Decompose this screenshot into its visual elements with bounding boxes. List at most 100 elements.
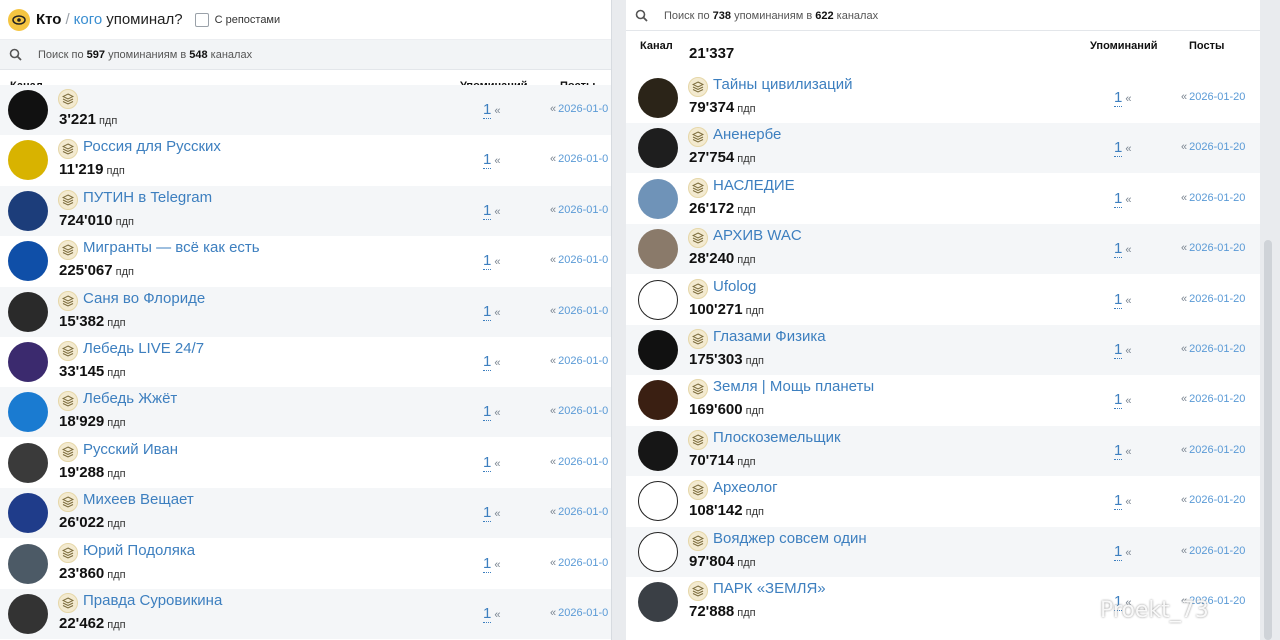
table-row[interactable]: Глазами Физика 175'303 пдп 1 ««2026-01-20 bbox=[626, 325, 1260, 375]
table-row[interactable]: Земля | Мощь планеты 169'600 пдп 1 ««2026-01… bbox=[626, 375, 1260, 425]
table-row[interactable]: Саня во Флориде 15'382 пдп 1 ««2026-01-0 bbox=[0, 286, 611, 337]
post-date-link[interactable]: «2026-01-0 bbox=[550, 305, 608, 317]
channel-avatar[interactable] bbox=[638, 330, 678, 370]
mentions-cell[interactable]: 1 « bbox=[1114, 391, 1131, 410]
channel-avatar[interactable] bbox=[8, 493, 48, 534]
table-row[interactable]: Лебедь LIVE 24/7 33'145 пдп 1 ««2026-01-0 bbox=[0, 337, 611, 387]
table-row[interactable]: Тайны цивилизаций 79'374 пдп 1 ««2026-01-20 bbox=[626, 73, 1260, 123]
scrollbar[interactable] bbox=[1264, 240, 1272, 640]
table-row[interactable]: Ufolog 100'271 пдп 1 ««2026-01-20 bbox=[626, 275, 1260, 325]
mentions-cell[interactable]: 1 « bbox=[483, 101, 500, 119]
channel-avatar[interactable] bbox=[8, 342, 48, 382]
post-date-link[interactable]: «2026-01-0 bbox=[550, 405, 608, 417]
post-date-link[interactable]: «2026-01-20 bbox=[1181, 393, 1245, 405]
channel-name-link[interactable]: Вояджер совсем один bbox=[713, 530, 867, 547]
stack-icon[interactable] bbox=[688, 480, 708, 501]
channel-avatar[interactable] bbox=[8, 241, 48, 282]
channel-name-link[interactable]: Глазами Физика bbox=[713, 328, 826, 345]
reposts-label[interactable]: С репостами bbox=[215, 14, 281, 26]
channel-avatar[interactable] bbox=[638, 178, 678, 219]
channel-avatar[interactable] bbox=[638, 380, 678, 421]
channel-name-link[interactable]: АРХИВ WAC bbox=[713, 227, 802, 244]
channel-avatar[interactable] bbox=[8, 392, 48, 433]
channel-avatar[interactable] bbox=[8, 543, 48, 584]
channel-avatar[interactable] bbox=[638, 430, 678, 471]
table-row[interactable]: ПУТИН в Telegram 724'010 пдп 1 ««2026-01-0 bbox=[0, 185, 611, 236]
channel-avatar[interactable] bbox=[638, 531, 678, 572]
channel-name-link[interactable]: Аненербе bbox=[713, 126, 781, 143]
channel-name-link[interactable]: Правда Суровикина bbox=[83, 592, 222, 609]
mentions-cell[interactable]: 1 « bbox=[1114, 189, 1131, 208]
channel-avatar[interactable] bbox=[638, 78, 678, 118]
post-date-link[interactable]: «2026-01-20 bbox=[1181, 141, 1245, 153]
stack-icon[interactable] bbox=[688, 177, 708, 198]
channel-avatar[interactable] bbox=[638, 481, 678, 522]
table-row[interactable]: Мигранты — всё как есть 225'067 пдп 1 ««2026… bbox=[0, 236, 611, 286]
channel-name-link[interactable]: Михеев Вещает bbox=[83, 491, 194, 508]
channel-name-link[interactable]: Лебедь LIVE 24/7 bbox=[83, 340, 204, 357]
mentions-cell[interactable]: 1 « bbox=[483, 605, 500, 623]
post-date-link[interactable]: «2026-01-20 bbox=[1181, 444, 1245, 456]
post-date-link[interactable]: «2026-01-20 bbox=[1181, 494, 1245, 506]
post-date-link[interactable]: «2026-01-20 bbox=[1181, 242, 1245, 254]
channel-avatar[interactable] bbox=[8, 291, 48, 332]
stack-icon[interactable] bbox=[688, 530, 708, 551]
stack-icon[interactable] bbox=[688, 329, 708, 349]
stack-icon[interactable] bbox=[58, 240, 78, 261]
post-date-link[interactable]: «2026-01-0 bbox=[550, 557, 608, 569]
mentions-cell[interactable]: 1 « bbox=[483, 302, 500, 321]
mentions-cell[interactable]: 1 « bbox=[1114, 492, 1131, 511]
stack-icon[interactable] bbox=[688, 127, 708, 148]
channel-avatar[interactable] bbox=[8, 90, 48, 130]
channel-name-link[interactable]: Плоскоземельщик bbox=[713, 429, 841, 446]
stack-icon[interactable] bbox=[58, 492, 78, 513]
channel-avatar[interactable] bbox=[638, 229, 678, 270]
channel-name-link[interactable]: Юрий Подоляка bbox=[83, 542, 195, 559]
post-date-link[interactable]: «2026-01-20 bbox=[1181, 293, 1245, 305]
stack-icon[interactable] bbox=[688, 278, 708, 299]
stack-icon[interactable] bbox=[58, 542, 78, 563]
search-icon[interactable] bbox=[0, 48, 30, 61]
table-row[interactable]: Аненербе 27'754 пдп 1 ««2026-01-20 bbox=[626, 123, 1260, 174]
mentions-cell[interactable]: 1 « bbox=[483, 151, 500, 170]
table-row[interactable]: Русский Иван 19'288 пдп 1 ««2026-01-0 bbox=[0, 438, 611, 488]
mentions-cell[interactable]: 1 « bbox=[483, 353, 500, 371]
table-row[interactable]: Правда Суровикина 22'462 пдп 1 ««2026-01-0 bbox=[0, 589, 611, 639]
channel-avatar[interactable] bbox=[8, 442, 48, 483]
stack-icon[interactable] bbox=[58, 441, 78, 462]
channel-name-link[interactable]: НАСЛЕДИЕ bbox=[713, 177, 795, 194]
header-whom-link[interactable]: кого bbox=[74, 11, 103, 28]
post-date-link[interactable]: «2026-01-0 bbox=[550, 355, 608, 367]
channel-avatar[interactable] bbox=[638, 128, 678, 169]
mentions-cell[interactable]: 1 « bbox=[1114, 89, 1131, 107]
stack-icon[interactable] bbox=[58, 89, 78, 109]
mentions-cell[interactable]: 1 « bbox=[483, 201, 500, 220]
mentions-cell[interactable]: 1 « bbox=[1114, 341, 1131, 359]
channel-avatar[interactable] bbox=[638, 582, 678, 622]
stack-icon[interactable] bbox=[688, 228, 708, 249]
table-row[interactable]: НАСЛЕДИЕ 26'172 пдп 1 ««2026-01-20 bbox=[626, 174, 1260, 224]
post-date-link[interactable]: «2026-01-0 bbox=[550, 204, 608, 216]
stack-icon[interactable] bbox=[58, 139, 78, 160]
channel-name-link[interactable]: Россия для Русских bbox=[83, 138, 221, 155]
channel-avatar[interactable] bbox=[8, 190, 48, 231]
post-date-link[interactable]: «2026-01-0 bbox=[550, 456, 608, 468]
channel-name-link[interactable]: Русский Иван bbox=[83, 441, 178, 458]
channel-name-link[interactable]: Ufolog bbox=[713, 278, 756, 295]
reposts-checkbox[interactable] bbox=[194, 12, 209, 27]
table-row[interactable]: Археолог 108'142 пдп 1 ««2026-01-20 bbox=[626, 476, 1260, 526]
mentions-cell[interactable]: 1 « bbox=[1114, 441, 1131, 460]
table-row[interactable]: Михеев Вещает 26'022 пдп 1 ««2026-01-0 bbox=[0, 488, 611, 539]
mentions-cell[interactable]: 1 « bbox=[483, 554, 500, 573]
channel-name-link[interactable]: Тайны цивилизаций bbox=[713, 76, 852, 93]
post-date-link[interactable]: «2026-01-20 bbox=[1181, 343, 1245, 355]
mentions-cell[interactable]: 1 « bbox=[483, 504, 500, 523]
channel-name-link[interactable]: Саня во Флориде bbox=[83, 290, 205, 307]
post-date-link[interactable]: «2026-01-0 bbox=[550, 103, 608, 115]
table-row[interactable]: Россия для Русских 11'219 пдп 1 ««2026-01-0 bbox=[0, 135, 611, 185]
header-who[interactable]: Кто bbox=[36, 11, 61, 28]
eye-icon[interactable] bbox=[8, 8, 30, 31]
post-date-link[interactable]: «2026-01-0 bbox=[550, 254, 608, 266]
channel-avatar[interactable] bbox=[8, 140, 48, 181]
mentions-cell[interactable]: 1 « bbox=[483, 453, 500, 472]
